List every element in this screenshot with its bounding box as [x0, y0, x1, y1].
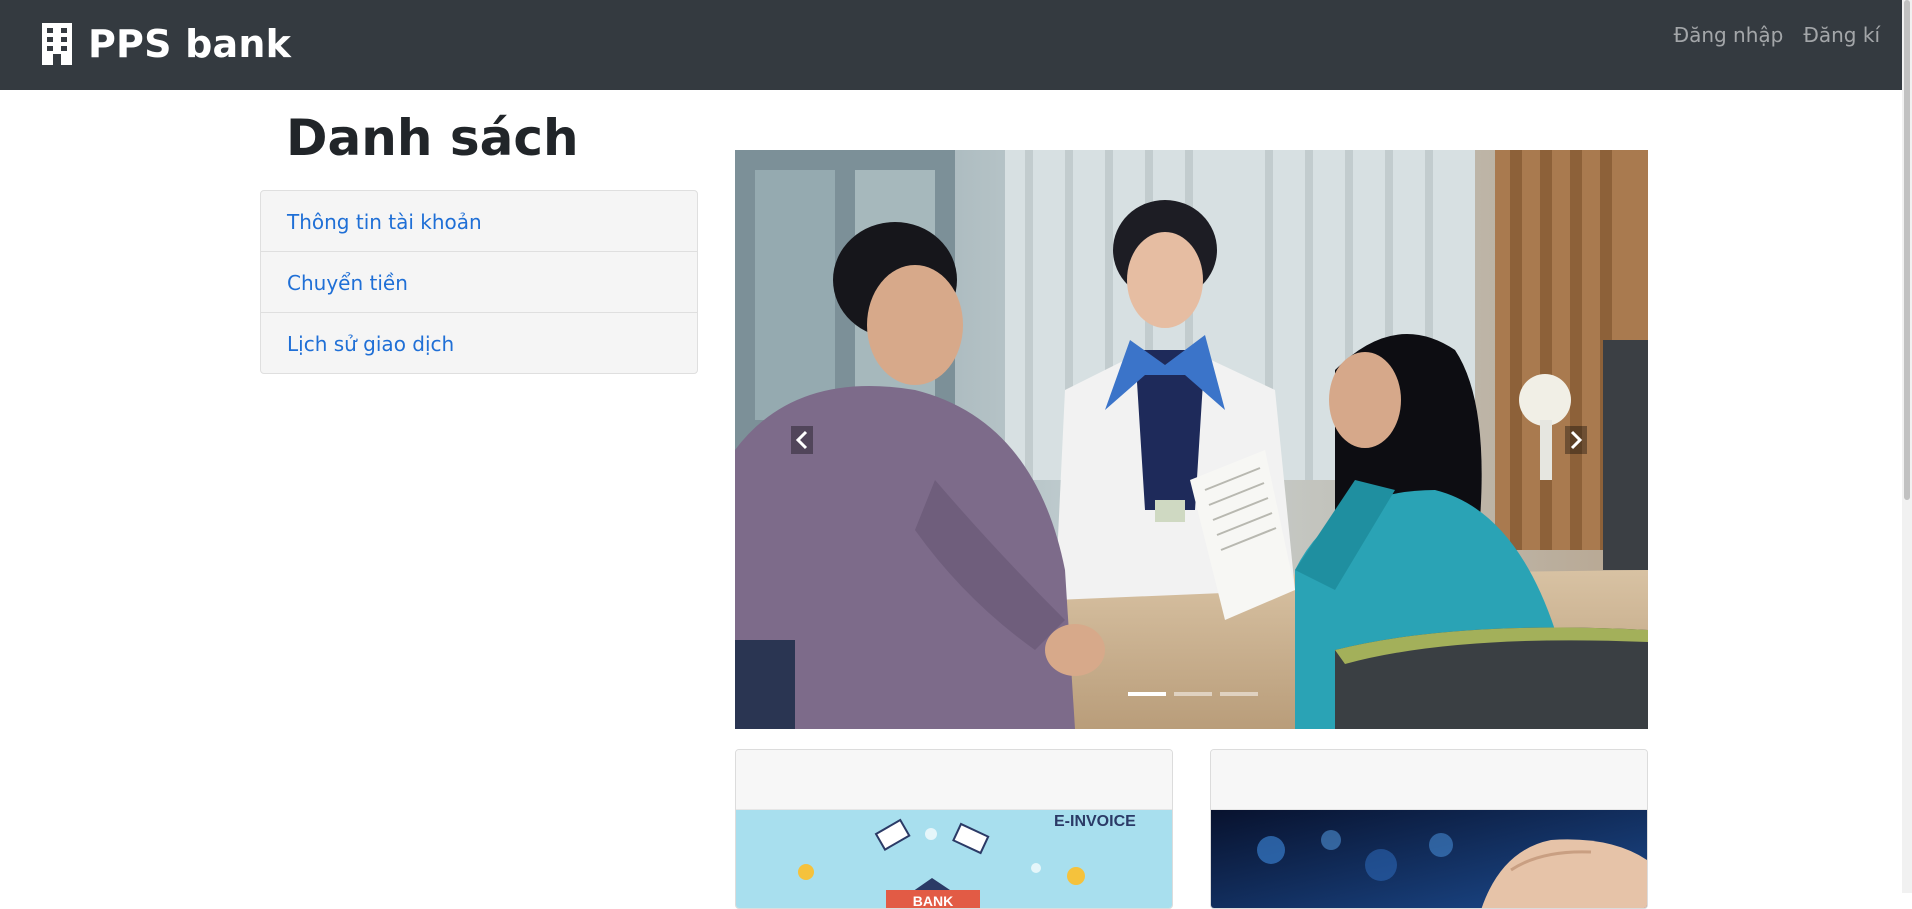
page-title: Danh sách: [286, 109, 579, 167]
register-link[interactable]: Đăng kí: [1803, 22, 1880, 48]
sidebar-item-account-info[interactable]: Thông tin tài khoản: [260, 190, 698, 252]
chevron-right-icon: [1570, 430, 1583, 450]
card-header: [736, 750, 1172, 810]
sidebar-item-transaction-history[interactable]: Lịch sử giao dịch: [260, 312, 698, 374]
carousel-next-button[interactable]: [1565, 426, 1587, 454]
nav-links: Đăng nhập Đăng kí: [1674, 22, 1880, 48]
scrollbar-thumb[interactable]: [1904, 0, 1910, 500]
card-image-caption: E-INVOICE: [1054, 813, 1136, 830]
card-header: [1211, 750, 1647, 810]
card-image-digital: [1211, 810, 1647, 908]
carousel-prev-button[interactable]: [791, 426, 813, 454]
sidebar-menu: Thông tin tài khoản Chuyển tiền Lịch sử …: [260, 190, 698, 374]
carousel-indicator[interactable]: [1220, 692, 1258, 696]
carousel-indicators: [1128, 692, 1258, 696]
banner-carousel: [735, 150, 1648, 729]
carousel-indicator[interactable]: [1174, 692, 1212, 696]
login-link[interactable]: Đăng nhập: [1674, 22, 1784, 48]
carousel-slide-image: [735, 150, 1648, 729]
brand-link[interactable]: PPS bank: [40, 14, 291, 74]
card-image-badge: BANK: [913, 893, 953, 909]
navbar: PPS bank Đăng nhập Đăng kí: [0, 0, 1912, 90]
card-image-einvoice: E-INVOICE BANK: [736, 810, 1172, 909]
sidebar-item-transfer[interactable]: Chuyển tiền: [260, 251, 698, 313]
promo-card: [1210, 749, 1648, 909]
page-scrollbar[interactable]: [1902, 0, 1912, 893]
building-icon: [42, 23, 72, 65]
promo-card: E-INVOICE BANK: [735, 749, 1173, 909]
carousel-indicator[interactable]: [1128, 692, 1166, 696]
brand-name: PPS bank: [88, 22, 292, 66]
chevron-left-icon: [795, 430, 808, 450]
